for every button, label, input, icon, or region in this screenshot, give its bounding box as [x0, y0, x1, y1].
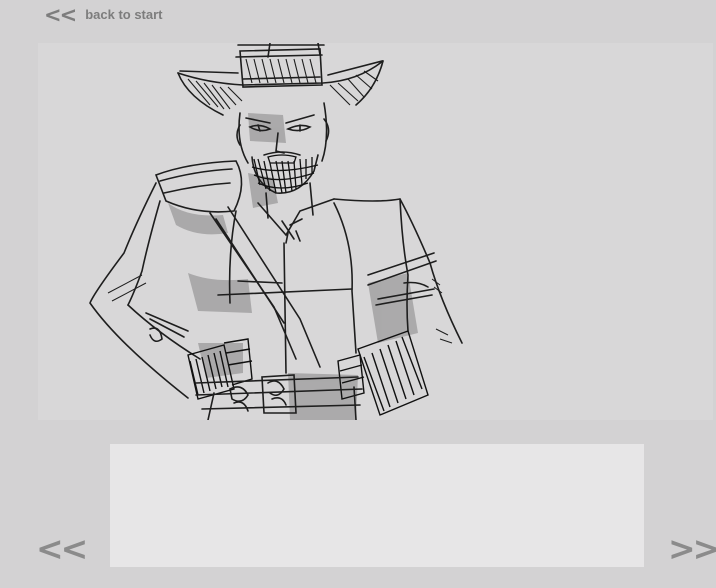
back-arrows-icon: << [44, 3, 77, 27]
comic-panel [38, 43, 713, 420]
next-page-button[interactable]: >> [668, 531, 716, 567]
caption-box [110, 444, 644, 567]
back-to-start-link[interactable]: << back to start [44, 4, 163, 26]
back-to-start-label: back to start [85, 7, 163, 22]
previous-page-button[interactable]: << [36, 531, 88, 567]
cowboy-sketch-illustration [89, 43, 463, 420]
